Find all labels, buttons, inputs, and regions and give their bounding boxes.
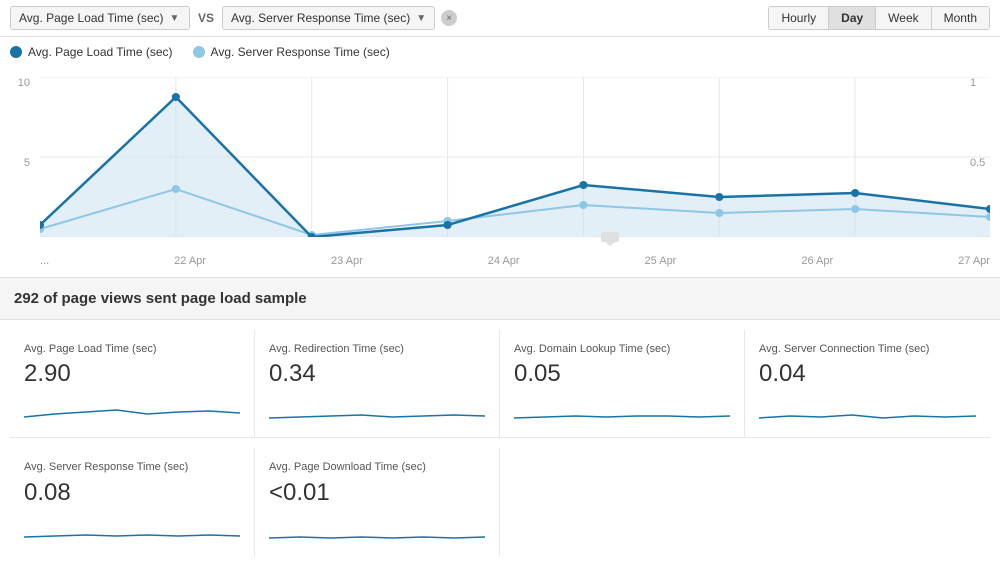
x-label-1: 22 Apr <box>174 255 206 267</box>
sparkline-load-time <box>24 392 240 422</box>
y-right-label-05: 0.5 <box>970 157 985 169</box>
metric-card-domain-lookup: Avg. Domain Lookup Time (sec) 0.05 <box>500 330 745 438</box>
dot-l-6 <box>851 189 859 197</box>
sparkline-domain-lookup <box>514 392 730 422</box>
y-label-5: 5 <box>24 157 30 169</box>
metric-card-load-time: Avg. Page Load Time (sec) 2.90 <box>10 330 255 438</box>
metric1-chevron-icon: ▼ <box>170 13 180 24</box>
legend-label-response-time: Avg. Server Response Time (sec) <box>211 45 390 59</box>
metric-value-load-time: 2.90 <box>24 360 240 388</box>
legend-dot-load-time <box>10 46 22 58</box>
metric-card-server-connection: Avg. Server Connection Time (sec) 0.04 <box>745 330 990 438</box>
metrics-grid-row1: Avg. Page Load Time (sec) 2.90 Avg. Redi… <box>0 320 1000 448</box>
y-axis-right: 1 0.5 <box>965 77 1000 237</box>
dot-l-3 <box>443 221 451 229</box>
legend-dot-response-time <box>193 46 205 58</box>
x-label-3: 24 Apr <box>488 255 520 267</box>
close-button[interactable]: × <box>441 10 457 26</box>
x-label-4: 25 Apr <box>645 255 677 267</box>
month-button[interactable]: Month <box>932 7 989 29</box>
hourly-button[interactable]: Hourly <box>769 7 829 29</box>
dot-r-5 <box>715 209 723 217</box>
dot-l-5 <box>715 193 723 201</box>
sparkline-server-response <box>24 511 240 541</box>
chart-svg <box>40 77 990 237</box>
metric-value-server-connection: 0.04 <box>759 360 976 388</box>
empty-cell-3 <box>500 448 745 555</box>
metric-label-server-response: Avg. Server Response Time (sec) <box>24 460 240 474</box>
chart-dropdown-arrow[interactable] <box>601 232 619 249</box>
metric-label-domain-lookup: Avg. Domain Lookup Time (sec) <box>514 342 730 356</box>
summary-text: 292 of page views sent page load sample <box>14 290 307 307</box>
metric-card-page-download: Avg. Page Download Time (sec) <0.01 <box>255 448 500 555</box>
metric-card-server-response: Avg. Server Response Time (sec) 0.08 <box>10 448 255 555</box>
metric-value-server-response: 0.08 <box>24 479 240 507</box>
dot-r-4 <box>579 201 587 209</box>
metric-label-redirect-time: Avg. Redirection Time (sec) <box>269 342 485 356</box>
dot-l-1 <box>172 93 180 101</box>
x-label-5: 26 Apr <box>801 255 833 267</box>
metric1-selector[interactable]: Avg. Page Load Time (sec) ▼ <box>10 6 190 30</box>
sparkline-redirect-time <box>269 392 485 422</box>
legend-item-response-time: Avg. Server Response Time (sec) <box>193 45 390 59</box>
top-bar: Avg. Page Load Time (sec) ▼ VS Avg. Serv… <box>0 0 1000 37</box>
summary-bar: 292 of page views sent page load sample <box>0 277 1000 320</box>
chart-legend: Avg. Page Load Time (sec) Avg. Server Re… <box>0 37 1000 67</box>
empty-cell-4 <box>745 448 990 555</box>
metric2-chevron-icon: ▼ <box>416 13 426 24</box>
metric-label-page-download: Avg. Page Download Time (sec) <box>269 460 485 474</box>
time-controls: Hourly Day Week Month <box>768 6 990 30</box>
dot-r-1 <box>172 185 180 193</box>
sparkline-page-download <box>269 511 485 541</box>
week-button[interactable]: Week <box>876 7 931 29</box>
x-label-0: ... <box>40 255 49 267</box>
vs-label: VS <box>198 11 214 25</box>
metric2-selector[interactable]: Avg. Server Response Time (sec) ▼ <box>222 6 435 30</box>
area-fill-load-time <box>40 97 990 237</box>
chart-area: 10 5 1 0.5 <box>0 67 1000 277</box>
y-right-label-1: 1 <box>970 77 976 89</box>
metric1-label: Avg. Page Load Time (sec) <box>19 11 164 25</box>
y-axis-left: 10 5 <box>0 77 35 237</box>
x-label-2: 23 Apr <box>331 255 363 267</box>
metric-label-server-connection: Avg. Server Connection Time (sec) <box>759 342 976 356</box>
dot-r-6 <box>851 205 859 213</box>
legend-label-load-time: Avg. Page Load Time (sec) <box>28 45 173 59</box>
metric-card-redirect-time: Avg. Redirection Time (sec) 0.34 <box>255 330 500 438</box>
day-button[interactable]: Day <box>829 7 876 29</box>
x-axis-labels: ... 22 Apr 23 Apr 24 Apr 25 Apr 26 Apr 2… <box>40 255 990 267</box>
metric-label-load-time: Avg. Page Load Time (sec) <box>24 342 240 356</box>
y-label-10: 10 <box>18 77 30 89</box>
x-label-6: 27 Apr <box>958 255 990 267</box>
metric-value-redirect-time: 0.34 <box>269 360 485 388</box>
metric2-label: Avg. Server Response Time (sec) <box>231 11 410 25</box>
sparkline-server-connection <box>759 392 976 422</box>
metric-value-domain-lookup: 0.05 <box>514 360 730 388</box>
dot-l-4 <box>579 181 587 189</box>
metrics-grid-row2: Avg. Server Response Time (sec) 0.08 Avg… <box>0 448 1000 565</box>
legend-item-load-time: Avg. Page Load Time (sec) <box>10 45 173 59</box>
metric-value-page-download: <0.01 <box>269 479 485 507</box>
